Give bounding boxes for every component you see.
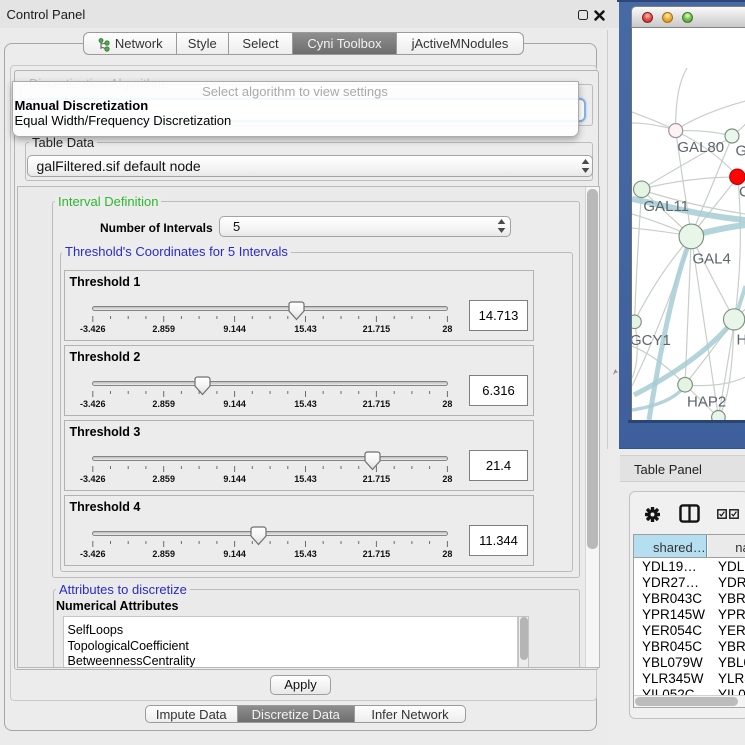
svg-text:CA: CA bbox=[739, 183, 745, 200]
svg-text:HA: HA bbox=[736, 331, 745, 348]
svg-text:GAL11: GAL11 bbox=[643, 198, 689, 215]
svg-text:GCY1: GCY1 bbox=[632, 332, 671, 349]
svg-text:GA: GA bbox=[735, 142, 745, 159]
svg-text:GAL4: GAL4 bbox=[692, 250, 730, 267]
svg-text:HAP2: HAP2 bbox=[687, 393, 726, 410]
svg-text:GAL80: GAL80 bbox=[677, 139, 724, 156]
